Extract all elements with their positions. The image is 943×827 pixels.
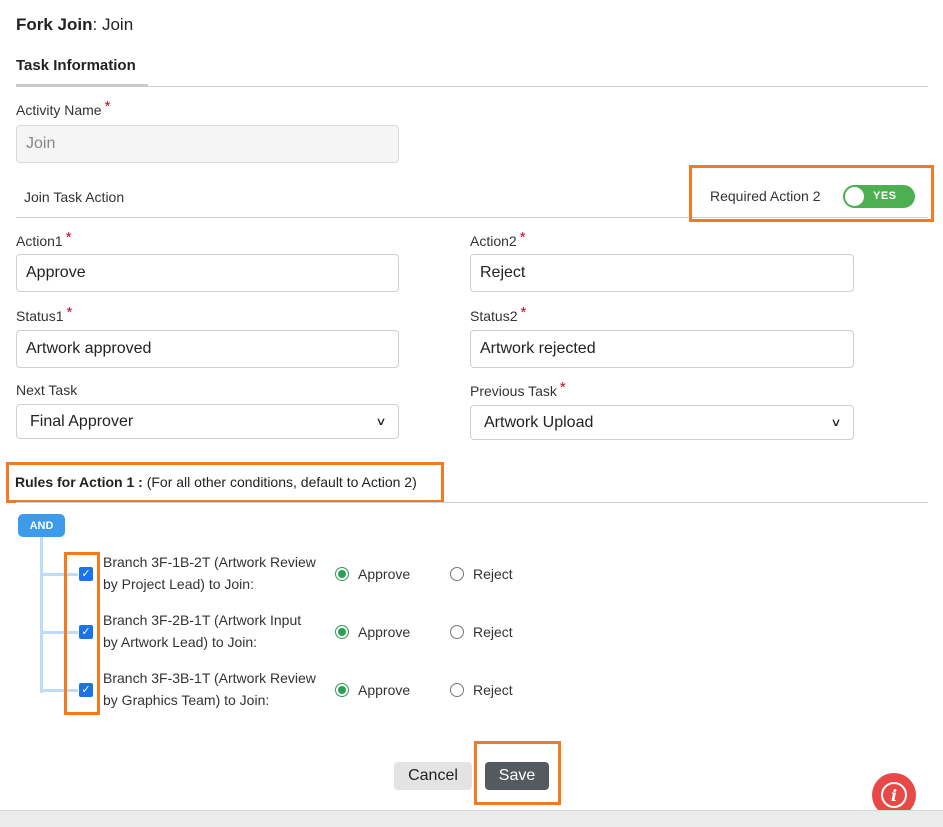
page-title-rest: : Join <box>92 15 134 34</box>
previous-task-value: Artwork Upload <box>484 413 594 431</box>
status2-input[interactable]: Artwork rejected <box>470 330 854 368</box>
action1-label-text: Action1 <box>16 233 63 249</box>
branch-2-reject-label: Reject <box>473 624 513 640</box>
join-task-action-label: Join Task Action <box>24 189 125 205</box>
branch-3-checkbox[interactable]: ✓ <box>79 683 93 697</box>
chevron-down-icon: ∨ <box>375 416 387 428</box>
required-mark: * <box>66 304 73 321</box>
status1-label-text: Status1 <box>16 308 64 324</box>
status1-label: Status1 * <box>16 304 72 325</box>
required-mark: * <box>559 379 566 396</box>
action1-input[interactable]: Approve <box>16 254 399 292</box>
next-task-select[interactable]: Final Approver ∨ <box>16 404 399 439</box>
required-action-toggle[interactable]: YES <box>843 185 915 208</box>
next-task-label: Next Task <box>16 382 78 398</box>
rules-label: Rules for Action 1 : (For all other cond… <box>15 474 417 490</box>
checkmark-icon: ✓ <box>81 568 91 580</box>
toggle-state-text: YES <box>873 190 897 202</box>
checkmark-icon: ✓ <box>81 626 91 638</box>
activity-name-input[interactable]: Join <box>16 125 399 163</box>
page-title-bold: Fork Join <box>16 15 93 34</box>
branch-3-reject-label: Reject <box>473 682 513 698</box>
previous-task-label: Previous Task * <box>470 379 566 400</box>
page-title: Fork Join: Join <box>16 15 133 35</box>
tree-vertical-line <box>40 537 43 693</box>
branch-1-checkbox[interactable]: ✓ <box>79 567 93 581</box>
previous-task-label-text: Previous Task <box>470 383 557 399</box>
branch-1-approve-label: Approve <box>358 566 411 582</box>
branch-3-line2: by Graphics Team) to Join: <box>103 692 270 708</box>
rules-label-bold: Rules for Action 1 : <box>15 474 143 490</box>
branch-3-reject-radio[interactable] <box>450 683 464 697</box>
checkmark-icon: ✓ <box>81 684 91 696</box>
branch-1-reject-label: Reject <box>473 566 513 582</box>
previous-task-select[interactable]: Artwork Upload ∨ <box>470 405 854 440</box>
tab-task-information[interactable]: Task Information <box>16 56 148 87</box>
bottom-bar <box>0 810 943 827</box>
branch-3-label: Branch 3F-3B-1T (Artwork Review by Graphi… <box>103 667 328 711</box>
action2-label: Action2 * <box>470 229 526 250</box>
branch-1-line1: Branch 3F-1B-2T (Artwork Review <box>103 554 316 570</box>
branch-3-approve-radio[interactable] <box>335 683 349 697</box>
required-mark: * <box>65 229 72 246</box>
status2-label: Status2 * <box>470 304 526 325</box>
action2-label-text: Action2 <box>470 233 517 249</box>
required-mark: * <box>519 229 526 246</box>
branch-2-line2: by Artwork Lead) to Join: <box>103 634 258 650</box>
branch-2-approve-radio[interactable] <box>335 625 349 639</box>
branch-3-approve-label: Approve <box>358 682 411 698</box>
activity-name-label: Activity Name * <box>16 98 110 119</box>
status1-input[interactable]: Artwork approved <box>16 330 399 368</box>
activity-name-label-text: Activity Name <box>16 102 102 118</box>
chevron-down-icon: ∨ <box>830 417 842 429</box>
next-task-value: Final Approver <box>30 412 134 430</box>
cancel-button[interactable]: Cancel <box>394 762 472 790</box>
branch-1-reject-radio[interactable] <box>450 567 464 581</box>
branch-3-line1: Branch 3F-3B-1T (Artwork Review <box>103 670 316 686</box>
required-mark: * <box>104 98 111 115</box>
branch-1-line2: by Project Lead) to Join: <box>103 576 254 592</box>
branch-1-label: Branch 3F-1B-2T (Artwork Review by Projec… <box>103 551 328 595</box>
branch-2-line1: Branch 3F-2B-1T (Artwork Input <box>103 612 302 628</box>
and-operator-badge[interactable]: AND <box>18 514 65 537</box>
branch-2-checkbox[interactable]: ✓ <box>79 625 93 639</box>
required-action-label: Required Action 2 <box>710 188 821 204</box>
status2-label-text: Status2 <box>470 308 518 324</box>
action1-label: Action1 * <box>16 229 72 250</box>
required-mark: * <box>520 304 527 321</box>
rules-label-rest: (For all other conditions, default to Ac… <box>142 474 417 490</box>
info-icon: i <box>881 782 907 808</box>
branch-2-label: Branch 3F-2B-1T (Artwork Input by Artwork… <box>103 609 328 653</box>
rules-divider <box>16 502 928 503</box>
save-button[interactable]: Save <box>485 762 549 790</box>
action2-input[interactable]: Reject <box>470 254 854 292</box>
toggle-knob <box>845 187 864 206</box>
branch-1-approve-radio[interactable] <box>335 567 349 581</box>
tab-bar: Task Information <box>16 56 928 87</box>
branch-2-reject-radio[interactable] <box>450 625 464 639</box>
branch-2-approve-label: Approve <box>358 624 411 640</box>
